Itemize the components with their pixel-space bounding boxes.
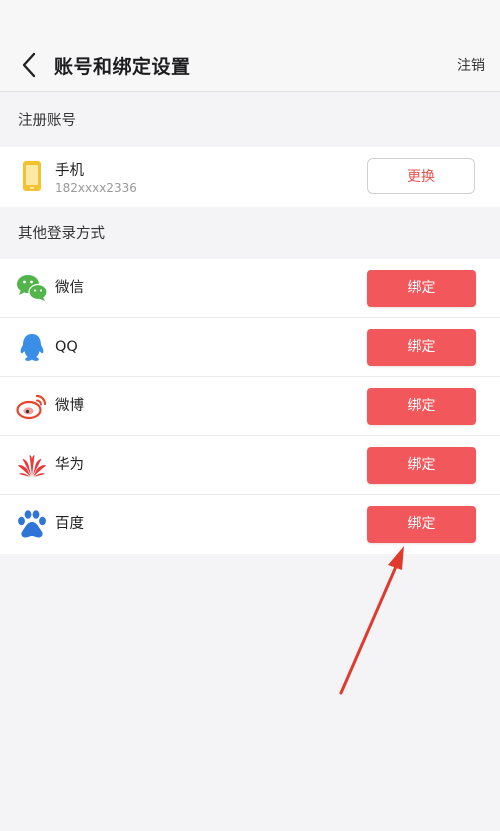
phone-label: 手机 (55, 163, 84, 179)
bind-qq-button[interactable]: 绑定 (367, 329, 476, 366)
change-phone-button[interactable]: 更换 (367, 158, 475, 194)
bind-wechat-button[interactable]: 绑定 (367, 270, 476, 307)
bind-weibo-button[interactable]: 绑定 (367, 388, 476, 425)
weibo-icon (16, 394, 47, 420)
huawei-icon (18, 455, 46, 477)
phone-icon (23, 161, 41, 191)
section-header-other-login: 其他登录方式 (0, 207, 500, 259)
login-label-wechat: 微信 (55, 280, 84, 296)
login-label-qq: QQ (55, 339, 78, 355)
login-label-baidu: 百度 (55, 516, 84, 532)
bind-baidu-button[interactable]: 绑定 (367, 506, 476, 543)
login-item-huawei: 华为 绑定 (0, 436, 500, 495)
login-item-qq: QQ 绑定 (0, 318, 500, 377)
bind-huawei-button[interactable]: 绑定 (367, 447, 476, 484)
phone-number: 182xxxx2336 (55, 181, 137, 195)
phone-account-row: 手机 182xxxx2336 更换 (0, 147, 500, 207)
login-item-baidu: 百度 绑定 (0, 495, 500, 554)
qq-icon (20, 334, 44, 361)
logout-link[interactable]: 注销 (457, 55, 485, 75)
login-item-weibo: 微博 绑定 (0, 377, 500, 436)
login-item-wechat: 微信 绑定 (0, 259, 500, 318)
other-login-list: 微信 绑定 QQ 绑定 微博 绑定 华为 绑定 百度 绑定 (0, 259, 500, 554)
page-title: 账号和绑定设置 (54, 56, 191, 78)
login-label-weibo: 微博 (55, 398, 84, 414)
wechat-icon (17, 275, 48, 301)
chevron-left-icon (22, 52, 36, 78)
back-button[interactable] (14, 48, 48, 82)
header-bar: 账号和绑定设置 注销 (0, 0, 500, 92)
login-label-huawei: 华为 (55, 457, 84, 473)
account-binding-settings-screen: 账号和绑定设置 注销 注册账号 手机 182xxxx2336 更换 其他登录方式 (0, 0, 500, 831)
baidu-icon (18, 510, 46, 538)
section-header-registered: 注册账号 (0, 93, 500, 147)
